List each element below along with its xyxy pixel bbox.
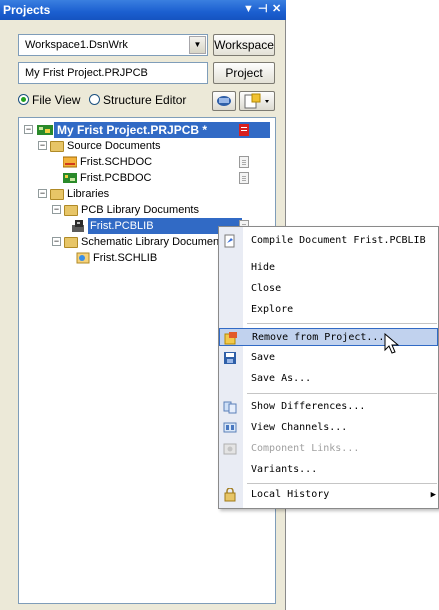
local-history-label: Local History <box>251 489 330 500</box>
menu-item-save-as[interactable]: Save As... <box>219 370 438 388</box>
panel-title: Projects <box>3 3 51 17</box>
pin-icon[interactable]: ⊣ <box>258 3 268 15</box>
component-links-icon <box>223 443 237 455</box>
folder-icon <box>64 205 78 216</box>
project-field[interactable]: My Frist Project.PRJPCB <box>18 62 208 84</box>
folder-icon <box>50 141 64 152</box>
menu-item-view-channels[interactable]: View Channels... <box>219 419 438 437</box>
mouse-cursor-icon <box>384 333 400 354</box>
tree-row-schdoc[interactable]: Frist.SCHDOC <box>63 154 263 170</box>
hide-label: Hide <box>251 262 276 273</box>
schdoc-label: Frist.SCHDOC <box>80 156 153 168</box>
menu-separator <box>247 323 437 324</box>
menu-item-explore[interactable]: Explore <box>219 301 438 319</box>
collapse-icon[interactable]: − <box>52 205 61 214</box>
tree-item-project[interactable]: My Frist Project.PRJPCB * <box>54 122 270 138</box>
remove-icon <box>224 332 237 345</box>
menu-item-show-differences[interactable]: Show Differences... <box>219 398 438 416</box>
document-menu-button[interactable] <box>239 91 275 111</box>
collapse-icon[interactable]: − <box>52 237 61 246</box>
folder-icon <box>50 189 64 200</box>
project-options-button[interactable] <box>212 91 236 111</box>
context-menu: Compile Document Frist.PCBLIB Hide Close… <box>218 226 439 509</box>
panel-titlebar[interactable]: Projects ▼ ⊣ ✕ <box>0 0 286 20</box>
saved-document-icon <box>239 156 249 168</box>
file-view-label[interactable]: File View <box>32 93 80 107</box>
menu-item-save[interactable]: Save <box>219 349 438 367</box>
view-channels-label: View Channels... <box>251 422 348 433</box>
variants-label: Variants... <box>251 464 318 475</box>
structure-editor-radio[interactable] <box>89 94 100 105</box>
menu-item-remove-from-project[interactable]: Remove from Project... <box>219 328 438 346</box>
saved-document-icon <box>239 172 249 184</box>
document-icon <box>244 93 269 109</box>
workspace-combo[interactable]: Workspace1.DsnWrk ▼ <box>18 34 208 56</box>
save-label: Save <box>251 352 276 363</box>
workspace-combo-value: Workspace1.DsnWrk <box>25 39 128 51</box>
stack-icon <box>217 96 231 106</box>
schlib-label: Frist.SCHLIB <box>93 252 158 264</box>
schematic-library-documents-label: Schematic Library Documents <box>81 236 228 248</box>
pcbdoc-label: Frist.PCBDOC <box>80 172 152 184</box>
differences-icon <box>223 401 237 414</box>
component-links-label: Component Links... <box>251 443 360 454</box>
project-button[interactable]: Project <box>213 62 275 84</box>
project-field-value: My Frist Project.PRJPCB <box>25 67 148 79</box>
menu-item-local-history[interactable]: Local History ▶ <box>219 486 438 504</box>
structure-editor-label[interactable]: Structure Editor <box>103 93 186 107</box>
channels-icon <box>223 422 237 433</box>
menu-item-variants[interactable]: Variants... <box>219 461 438 479</box>
save-as-label: Save As... <box>251 373 312 384</box>
menu-item-compile[interactable]: Compile Document Frist.PCBLIB <box>219 232 438 250</box>
compile-icon <box>224 234 235 248</box>
panel-menu-icon[interactable]: ▼ <box>243 3 254 15</box>
screen: Projects ▼ ⊣ ✕ Workspace1.DsnWrk ▼ Works… <box>0 0 439 610</box>
tree-row-pcbdoc[interactable]: Frist.PCBDOC <box>63 170 263 186</box>
pcb-doc-icon <box>63 173 77 183</box>
explore-label: Explore <box>251 304 294 315</box>
remove-label: Remove from Project... <box>252 332 385 343</box>
folder-icon <box>64 237 78 248</box>
project-name: My Frist Project.PRJPCB * <box>57 123 208 137</box>
file-view-radio[interactable] <box>18 94 29 105</box>
pcb-library-documents-label: PCB Library Documents <box>81 204 199 216</box>
chevron-down-icon[interactable]: ▼ <box>189 36 206 54</box>
modified-document-icon <box>239 124 249 136</box>
submenu-arrow-icon: ▶ <box>430 490 436 500</box>
close-label: Close <box>251 283 282 294</box>
show-differences-label: Show Differences... <box>251 401 366 412</box>
pcb-library-icon <box>72 220 84 232</box>
workspace-button[interactable]: Workspace <box>213 34 275 56</box>
compile-label: Compile Document Frist.PCBLIB <box>251 235 426 246</box>
collapse-icon[interactable]: − <box>24 125 33 134</box>
menu-separator <box>247 483 437 484</box>
collapse-icon[interactable]: − <box>38 189 47 198</box>
pcb-project-icon <box>37 125 53 135</box>
schematic-library-icon <box>76 252 90 264</box>
close-icon[interactable]: ✕ <box>272 3 281 15</box>
menu-item-close[interactable]: Close <box>219 280 438 298</box>
schematic-doc-icon <box>63 156 77 168</box>
menu-separator <box>247 393 437 394</box>
collapse-icon[interactable]: − <box>38 141 47 150</box>
libraries-label: Libraries <box>67 188 110 200</box>
local-history-icon <box>224 488 236 502</box>
menu-item-hide[interactable]: Hide <box>219 259 438 277</box>
menu-item-component-links: Component Links... <box>219 440 438 458</box>
save-icon <box>224 352 236 364</box>
source-documents-label: Source Documents <box>67 140 161 152</box>
